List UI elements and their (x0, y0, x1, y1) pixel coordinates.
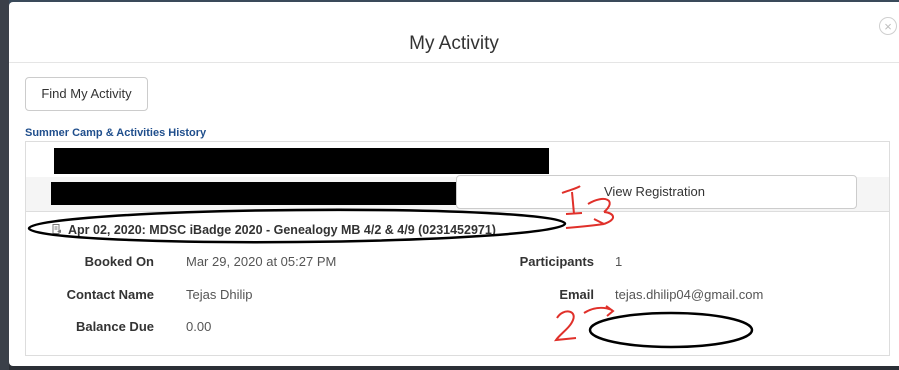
close-icon[interactable]: × (879, 17, 897, 35)
modal-title: My Activity (409, 33, 499, 54)
view-registration-label: View Registration (604, 184, 705, 199)
entry-header[interactable]: Apr 02, 2020: MDSC iBadge 2020 - Genealo… (68, 223, 496, 237)
find-my-activity-button[interactable]: Find My Activity (25, 77, 148, 111)
email-label: Email (559, 287, 594, 302)
email-value: tejas.dhilip04@gmail.com (615, 287, 764, 302)
redaction-bar (54, 148, 549, 174)
history-panel: ) Apr 02, 2020: MDSC iBadge 2020 - Genea… (25, 141, 890, 356)
my-activity-modal: My Activity × Find My Activity Summer Ca… (9, 2, 899, 366)
history-section-title: Summer Camp & Activities History (25, 127, 207, 139)
history-entry: Apr 02, 2020: MDSC iBadge 2020 - Genealo… (26, 211, 889, 357)
modal-header: My Activity × (9, 2, 899, 63)
history-row-redacted[interactable] (26, 142, 889, 178)
contact-name-label: Contact Name (66, 287, 154, 302)
page-backdrop-left (0, 0, 9, 370)
booked-on-label: Booked On (84, 254, 154, 269)
participants-label: Participants (519, 254, 594, 269)
participants-value: 1 (615, 254, 623, 269)
balance-due-label: Balance Due (75, 319, 154, 334)
contact-name-value: Tejas Dhilip (186, 287, 253, 302)
balance-due-value: 0.00 (186, 319, 212, 334)
view-registration-button[interactable]: View Registration (456, 175, 857, 209)
booked-on-value: Mar 29, 2020 at 05:27 PM (186, 254, 337, 269)
document-icon (52, 224, 62, 238)
